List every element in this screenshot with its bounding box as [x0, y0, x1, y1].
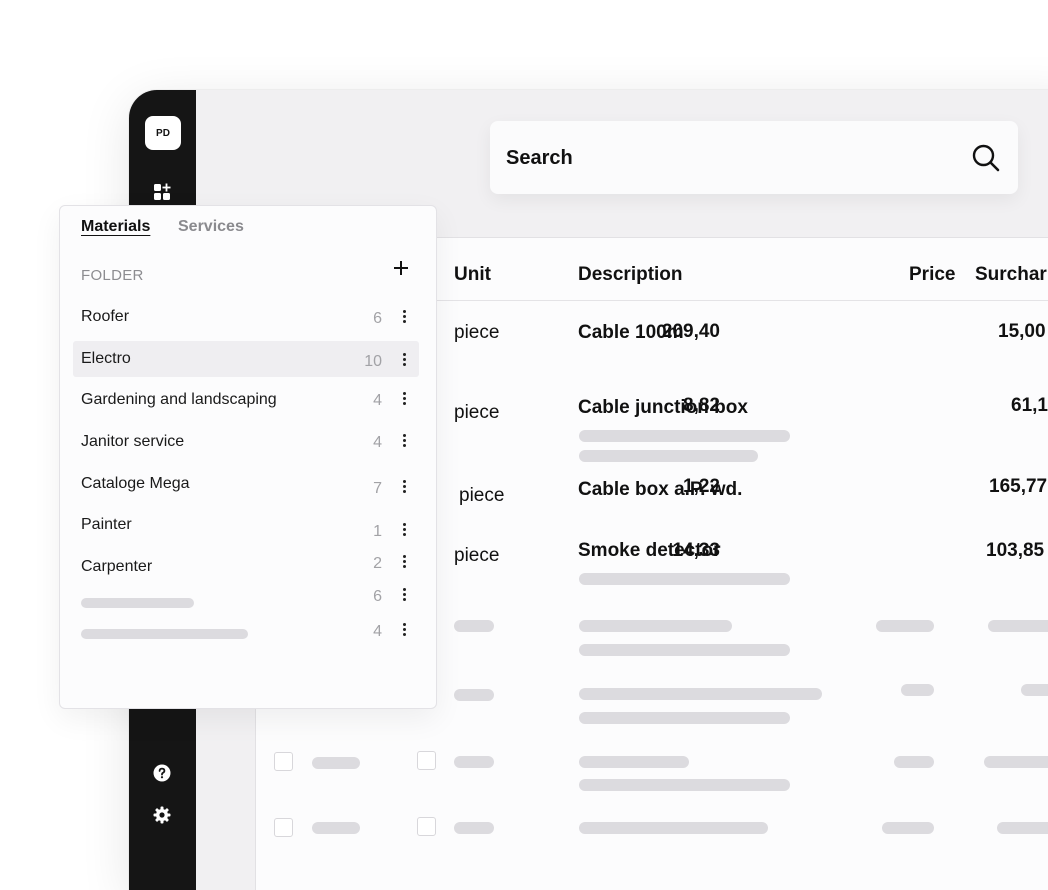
row-unit: piece	[454, 402, 500, 423]
folder-item-painter[interactable]: Painter 1	[73, 507, 419, 543]
row-checkbox[interactable]	[417, 817, 436, 836]
folder-panel: Materials Services FOLDER Roofer 6 Elect…	[59, 205, 437, 709]
kebab-menu-icon[interactable]	[401, 310, 407, 326]
folder-count: 4	[373, 392, 382, 409]
add-folder-icon[interactable]	[391, 258, 411, 278]
kebab-menu-icon[interactable]	[401, 480, 407, 496]
kebab-menu-icon[interactable]	[401, 623, 407, 639]
placeholder-line	[579, 688, 822, 700]
folder-item-cataloge-mega[interactable]: Cataloge Mega 7	[73, 466, 419, 502]
row-surcharge: 103,85	[986, 540, 1045, 561]
folder-name: Gardening and landscaping	[81, 391, 277, 408]
placeholder-line	[454, 689, 494, 701]
kebab-menu-icon[interactable]	[401, 555, 407, 571]
folder-name: Janitor service	[81, 433, 185, 450]
placeholder-line	[579, 779, 790, 791]
placeholder-line	[579, 450, 758, 462]
placeholder-line	[984, 756, 1048, 768]
folder-count: 6	[373, 588, 382, 605]
tab-materials[interactable]: Materials	[81, 218, 150, 236]
apps-add-icon[interactable]	[153, 183, 171, 201]
row-price: 209,40	[661, 321, 720, 342]
placeholder-line	[579, 573, 790, 585]
settings-icon[interactable]	[153, 806, 171, 824]
folder-count: 7	[373, 480, 382, 497]
folder-item-gardening[interactable]: Gardening and landscaping 4	[73, 382, 419, 418]
placeholder-line	[1021, 684, 1048, 696]
folder-count: 2	[373, 555, 382, 572]
help-icon[interactable]	[153, 764, 171, 782]
placeholder-line	[894, 756, 934, 768]
row-price: 14,33	[672, 540, 720, 561]
placeholder-line	[454, 756, 494, 768]
placeholder-line	[81, 629, 248, 639]
folder-name: Cataloge Mega	[81, 475, 190, 492]
folder-item-carpenter[interactable]: Carpenter 2	[73, 549, 419, 585]
column-header-surcharge[interactable]: Surchar	[975, 264, 1047, 286]
placeholder-line	[882, 822, 934, 834]
column-header-description[interactable]: Description	[578, 264, 683, 286]
folder-count: 6	[373, 310, 382, 327]
search-icon[interactable]	[970, 142, 1002, 174]
row-unit: piece	[459, 485, 505, 506]
kebab-menu-icon[interactable]	[401, 392, 407, 408]
folder-name: Roofer	[81, 308, 130, 325]
kebab-menu-icon[interactable]	[401, 353, 407, 369]
placeholder-line	[579, 620, 732, 632]
folder-count: 4	[373, 434, 382, 451]
row-checkbox[interactable]	[274, 752, 293, 771]
row-unit: piece	[454, 322, 500, 343]
row-checkbox[interactable]	[417, 751, 436, 770]
placeholder-line	[579, 430, 790, 442]
folder-name: Painter	[81, 516, 132, 533]
placeholder-line	[312, 822, 360, 834]
avatar[interactable]: PD	[145, 116, 181, 150]
row-surcharge: 15,00	[998, 321, 1046, 342]
folder-count: 10	[364, 353, 382, 370]
kebab-menu-icon[interactable]	[401, 434, 407, 450]
folder-item-placeholder[interactable]: 6	[73, 582, 419, 618]
row-price: 1,22	[683, 476, 720, 497]
placeholder-line	[988, 620, 1048, 632]
row-price: 8,82	[683, 395, 720, 416]
folder-count: 1	[373, 523, 382, 540]
kebab-menu-icon[interactable]	[401, 523, 407, 539]
placeholder-line	[312, 757, 360, 769]
tab-services[interactable]: Services	[178, 218, 244, 236]
placeholder-line	[454, 822, 494, 834]
folder-item-placeholder[interactable]: 4	[73, 617, 419, 653]
folder-item-electro[interactable]: Electro 10	[73, 341, 419, 377]
folder-name: Electro	[81, 350, 131, 367]
row-description: Cable junction box	[578, 397, 748, 418]
row-checkbox[interactable]	[274, 818, 293, 837]
folder-section-label: FOLDER	[81, 267, 144, 284]
kebab-menu-icon[interactable]	[401, 588, 407, 604]
placeholder-line	[997, 822, 1048, 834]
row-surcharge: 165,77	[989, 476, 1048, 497]
folder-name: Carpenter	[81, 558, 153, 575]
search-input[interactable]: Search	[506, 147, 573, 170]
placeholder-line	[901, 684, 934, 696]
row-surcharge: 61,13	[1011, 395, 1048, 416]
column-header-price[interactable]: Price	[909, 264, 955, 286]
placeholder-line	[579, 712, 790, 724]
placeholder-line	[579, 822, 768, 834]
folder-count: 4	[373, 623, 382, 640]
column-header-unit[interactable]: Unit	[454, 264, 491, 286]
folder-item-roofer[interactable]: Roofer 6	[73, 299, 419, 335]
search-bar[interactable]: Search	[490, 121, 1018, 194]
placeholder-line	[81, 598, 194, 608]
placeholder-line	[579, 644, 790, 656]
placeholder-line	[454, 620, 494, 632]
row-unit: piece	[454, 545, 500, 566]
placeholder-line	[876, 620, 934, 632]
folder-item-janitor[interactable]: Janitor service 4	[73, 424, 419, 460]
placeholder-line	[579, 756, 689, 768]
